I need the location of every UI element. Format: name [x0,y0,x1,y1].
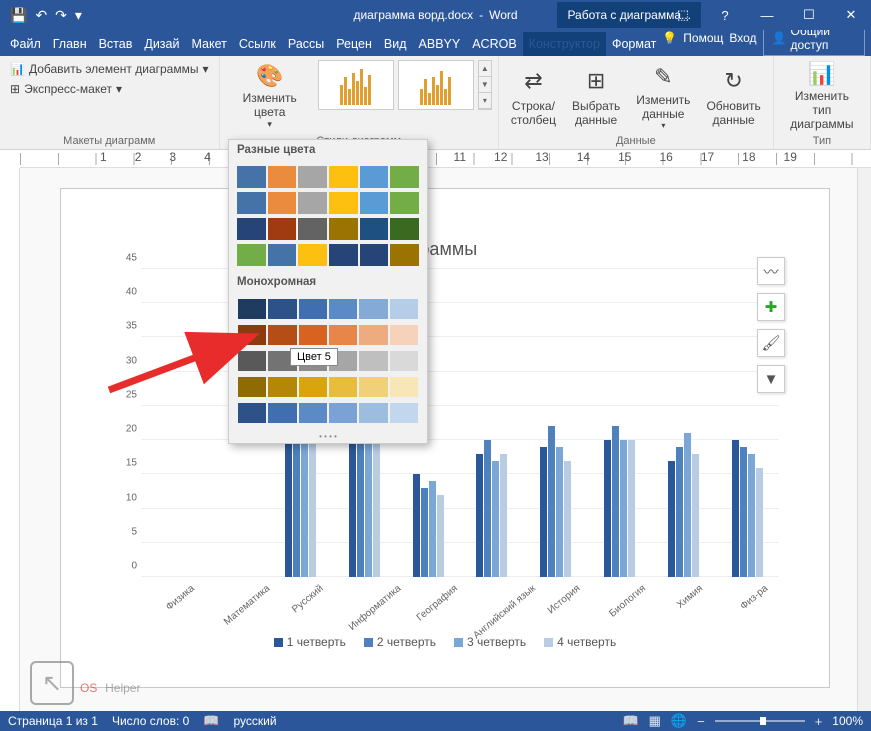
document-area: граммы 051015202530354045 ФизикаМатемати… [20,168,871,711]
tell-me[interactable]: Помощ [683,31,723,45]
chart-legend[interactable]: 1 четверть2 четверть3 четверть4 четверть [101,635,789,649]
doc-name: диаграмма ворд.docx [353,8,473,22]
color-scheme-option[interactable] [237,324,419,346]
close-icon[interactable]: ✕ [831,0,871,30]
spellcheck-icon[interactable]: 📖 [203,713,219,729]
tab-mailings[interactable]: Рассы [282,32,330,56]
edit-data-icon: ✎ [647,62,679,91]
tab-file[interactable]: Файл [4,32,47,56]
tab-insert[interactable]: Встав [93,32,139,56]
web-layout-icon[interactable]: 🌐 [671,713,687,729]
change-chart-type-icon: 📊 [806,61,838,87]
tab-design[interactable]: Дизай [138,32,185,56]
undo-icon[interactable]: ↶ [35,7,47,24]
group-label-data: Данные [505,133,767,147]
color-scheme-option[interactable] [237,298,419,320]
style-gallery-scroll[interactable]: ▲▼▾ [478,60,492,110]
color-tooltip: Цвет 5 [290,348,338,366]
zoom-in-icon[interactable]: + [815,714,823,729]
add-chart-element-button[interactable]: 📊 Добавить элемент диаграммы▾ [6,60,213,78]
color-scheme-option[interactable] [237,218,419,240]
color-scheme-option[interactable] [237,376,419,398]
zoom-slider[interactable] [715,720,805,722]
tab-constructor[interactable]: Конструктор [523,32,606,56]
tab-layout[interactable]: Макет [185,32,232,56]
minimize-icon[interactable]: — [747,0,787,30]
help-icon[interactable]: ? [705,0,745,30]
chart-filters-button[interactable]: ▼ [757,365,785,393]
section-monochrome: Монохромная [229,272,427,292]
document-title: диаграмма ворд.docx - Word [353,8,517,22]
change-colors-icon: 🎨 [254,62,286,89]
refresh-data-icon: ↻ [718,65,750,97]
maximize-icon[interactable]: ☐ [789,0,829,30]
color-scheme-option[interactable] [237,402,419,424]
redo-icon[interactable]: ↷ [55,7,67,24]
watermark-logo: ↖ OS Helper [30,661,140,705]
ribbon: 📊 Добавить элемент диаграммы▾ ⊞ Экспресс… [0,56,871,150]
tab-abbyy[interactable]: ABBYY [413,32,467,56]
ribbon-tabs: Файл Главн Встав Дизай Макет Ссылк Рассы… [0,30,871,56]
chart-object[interactable]: граммы 051015202530354045 ФизикаМатемати… [101,239,789,657]
switch-row-col-icon: ⇄ [517,65,549,97]
change-colors-button[interactable]: 🎨 Изменить цвета ▾ [226,60,314,132]
chart-style-1[interactable] [318,60,394,110]
zoom-out-icon[interactable]: − [697,714,705,729]
ribbon-options-icon[interactable]: ⬚ [663,0,703,30]
change-colors-dropdown: Разные цвета Монохромная • • • • [228,139,428,444]
horizontal-ruler[interactable]: 12345678910111213141516171819 [20,150,871,168]
qat-menu-icon[interactable]: ▾ [75,7,82,24]
print-layout-icon[interactable]: ▦ [649,713,661,729]
change-chart-type-button[interactable]: 📊 Изменить типдиаграммы [780,60,864,132]
color-scheme-option[interactable] [237,192,419,214]
select-data-icon: ⊞ [580,65,612,97]
status-bar: Страница 1 из 1 Число слов: 0 📖 русский … [0,711,871,731]
color-scheme-option[interactable] [237,166,419,188]
quick-layout-button[interactable]: ⊞ Экспресс-макет▾ [6,80,213,98]
page-indicator[interactable]: Страница 1 из 1 [8,714,98,728]
refresh-data-button[interactable]: ↻ Обновитьданные [700,60,766,132]
tab-view[interactable]: Вид [378,32,413,56]
section-colorful: Разные цвета [229,140,427,160]
chart-format-button[interactable]: 🖌 [757,329,785,357]
vertical-ruler[interactable] [0,168,20,711]
cursor-icon: ↖ [30,661,74,705]
chart-elements-button[interactable]: 〰 [757,257,785,285]
language-indicator[interactable]: русский [234,714,277,728]
tab-review[interactable]: Рецен [330,32,378,56]
tab-home[interactable]: Главн [47,32,93,56]
vertical-scrollbar[interactable] [857,168,871,711]
app-name: Word [489,8,517,22]
zoom-level[interactable]: 100% [832,714,863,728]
share-icon: 👤 [772,31,787,45]
chart-styles-button[interactable]: ✚ [757,293,785,321]
chart-style-gallery[interactable]: ▲▼▾ [318,60,492,110]
edit-data-button[interactable]: ✎ Изменитьданные▾ [630,60,696,132]
quick-layout-icon: ⊞ [10,82,20,96]
tell-me-icon[interactable]: 💡 [662,31,677,45]
group-label-layouts: Макеты диаграмм [6,133,213,147]
word-count[interactable]: Число слов: 0 [112,714,189,728]
switch-row-col-button[interactable]: ⇄ Строка/столбец [505,60,562,132]
group-label-type: Тип [780,133,864,147]
tab-references[interactable]: Ссылк [233,32,282,56]
chart-style-2[interactable] [398,60,474,110]
login-link[interactable]: Вход [729,31,756,45]
tab-format[interactable]: Формат [606,32,662,56]
chart-title[interactable]: граммы [101,239,789,260]
tab-acrobat[interactable]: ACROB [466,32,522,56]
save-icon[interactable]: 💾 [10,7,27,24]
page: граммы 051015202530354045 ФизикаМатемати… [60,188,830,688]
color-scheme-option[interactable] [237,244,419,266]
select-data-button[interactable]: ⊞ Выбратьданные [566,60,626,132]
add-element-icon: 📊 [10,62,25,76]
read-mode-icon[interactable]: 📖 [622,713,638,729]
